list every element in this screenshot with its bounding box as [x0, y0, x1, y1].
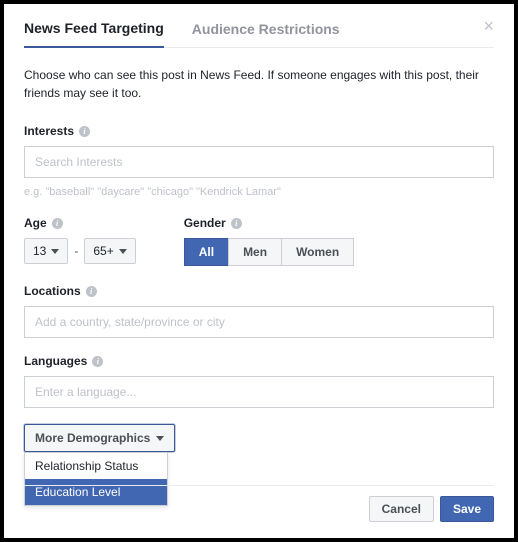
more-demographics-button[interactable]: More Demographics [24, 424, 175, 452]
interests-input[interactable] [24, 146, 494, 178]
cancel-button[interactable]: Cancel [369, 496, 434, 522]
save-button[interactable]: Save [440, 496, 494, 522]
info-icon[interactable]: i [52, 218, 63, 229]
interests-label: Interests [24, 124, 74, 138]
gender-option-women[interactable]: Women [281, 238, 354, 266]
tab-audience-restrictions[interactable]: Audience Restrictions [192, 21, 340, 47]
languages-input[interactable] [24, 376, 494, 408]
caret-down-icon [51, 249, 59, 254]
age-range-separator: - [74, 244, 78, 258]
menu-item-relationship-status[interactable]: Relationship Status [25, 453, 167, 479]
languages-label: Languages [24, 354, 87, 368]
info-icon[interactable]: i [86, 286, 97, 297]
gender-option-all[interactable]: All [184, 238, 229, 266]
info-icon[interactable]: i [79, 126, 90, 137]
caret-down-icon [119, 249, 127, 254]
more-demographics-label: More Demographics [35, 431, 150, 445]
info-icon[interactable]: i [231, 218, 242, 229]
description-text: Choose who can see this post in News Fee… [24, 66, 494, 102]
gender-button-group: All Men Women [184, 238, 354, 266]
age-min-value: 13 [33, 244, 46, 258]
tab-news-feed-targeting[interactable]: News Feed Targeting [24, 20, 164, 48]
age-max-value: 65+ [93, 244, 113, 258]
interests-hint: e.g. "baseball" "daycare" "chicago" "Ken… [24, 186, 494, 198]
age-min-dropdown[interactable]: 13 [24, 238, 68, 264]
age-max-dropdown[interactable]: 65+ [84, 238, 135, 264]
gender-option-men[interactable]: Men [228, 238, 282, 266]
close-icon[interactable]: × [483, 16, 494, 37]
gender-label: Gender [184, 216, 226, 230]
info-icon[interactable]: i [92, 356, 103, 367]
caret-down-icon [156, 436, 164, 441]
locations-input[interactable] [24, 306, 494, 338]
locations-label: Locations [24, 284, 81, 298]
age-label: Age [24, 216, 47, 230]
